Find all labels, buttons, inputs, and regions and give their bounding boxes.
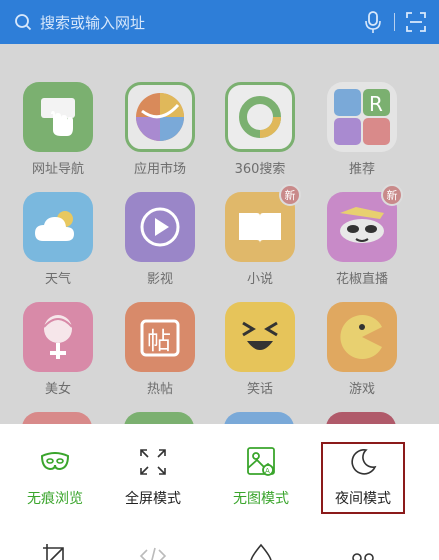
menu-crop[interactable] <box>0 536 110 560</box>
partial-app-tile <box>326 412 396 424</box>
crop-icon <box>0 536 110 560</box>
pacman-icon <box>327 302 397 372</box>
app-web-nav[interactable]: 网址导航 <box>8 82 108 177</box>
app-label: 应用市场 <box>133 162 186 177</box>
new-badge: 新 <box>381 184 403 206</box>
app-label: 游戏 <box>348 382 375 397</box>
svg-text:帖: 帖 <box>147 327 171 355</box>
grid-icon: R <box>327 82 397 152</box>
search-input[interactable]: 搜索或输入网址 <box>40 12 362 33</box>
menu-label: 全屏模式 <box>125 491 181 507</box>
weather-icon <box>23 192 93 262</box>
partial-app-tile <box>22 412 92 424</box>
app-label: 推荐 <box>348 162 375 177</box>
expand-icon <box>98 442 208 482</box>
app-huajiao-live[interactable]: 新 花椒直播 <box>312 184 412 287</box>
app-label: 热帖 <box>146 382 173 397</box>
menu-no-image[interactable]: A 无图模式 <box>206 442 316 508</box>
app-weather[interactable]: 天气 <box>8 192 108 287</box>
highlight-box <box>321 442 405 514</box>
play-icon <box>125 192 195 262</box>
menu-more[interactable] <box>308 536 418 560</box>
svg-text:A: A <box>265 467 270 475</box>
partial-app-tile <box>224 412 294 424</box>
mask-icon <box>0 442 110 482</box>
female-icon <box>23 302 93 372</box>
menu-code[interactable] <box>98 536 208 560</box>
app-market[interactable]: 应用市场 <box>110 82 210 177</box>
divider <box>394 13 395 31</box>
circles-icon <box>308 536 418 560</box>
app-jokes[interactable]: 笑话 <box>210 302 310 397</box>
menu-label: 无痕浏览 <box>27 491 83 507</box>
microphone-icon[interactable] <box>362 10 384 34</box>
ball-icon <box>125 82 195 152</box>
app-360-search[interactable]: 360搜索 <box>210 82 310 177</box>
app-games[interactable]: 游戏 <box>312 302 412 397</box>
image-icon: A <box>206 442 316 482</box>
svg-text:R: R <box>369 92 383 116</box>
app-label: 360搜索 <box>234 162 286 177</box>
partial-app-tile <box>124 412 194 424</box>
app-label: 笑话 <box>246 382 273 397</box>
ring-icon <box>225 82 295 152</box>
book-icon: 新 <box>225 184 301 262</box>
app-beauty[interactable]: 美女 <box>8 302 108 397</box>
app-novel[interactable]: 新 小说 <box>210 184 310 287</box>
menu-fullscreen[interactable]: 全屏模式 <box>98 442 208 508</box>
app-label: 美女 <box>44 382 71 397</box>
app-label: 网址导航 <box>31 162 84 177</box>
menu-drop[interactable] <box>206 536 316 560</box>
hand-pointer-icon <box>23 82 93 152</box>
app-label: 天气 <box>44 272 71 287</box>
laughing-face-icon <box>225 302 295 372</box>
search-bar[interactable]: 搜索或输入网址 <box>0 0 439 44</box>
face-icon: 新 <box>327 184 403 262</box>
app-hot-posts[interactable]: 帖 热帖 <box>110 302 210 397</box>
app-video[interactable]: 影视 <box>110 192 210 287</box>
menu-incognito[interactable]: 无痕浏览 <box>0 442 110 508</box>
search-icon <box>12 11 34 33</box>
code-icon <box>98 536 208 560</box>
post-icon: 帖 <box>125 302 195 372</box>
drop-icon <box>206 536 316 560</box>
app-label: 影视 <box>146 272 173 287</box>
new-badge: 新 <box>279 184 301 206</box>
app-grid: 网址导航 应用市场 360搜索 R 推荐 天气 影视 新 小说 新 花椒直播 美… <box>0 44 439 424</box>
menu-label: 无图模式 <box>233 491 289 507</box>
app-recommend[interactable]: R 推荐 <box>312 82 412 177</box>
app-label: 小说 <box>246 272 273 287</box>
app-label: 花椒直播 <box>335 272 388 287</box>
scan-icon[interactable] <box>405 11 427 33</box>
